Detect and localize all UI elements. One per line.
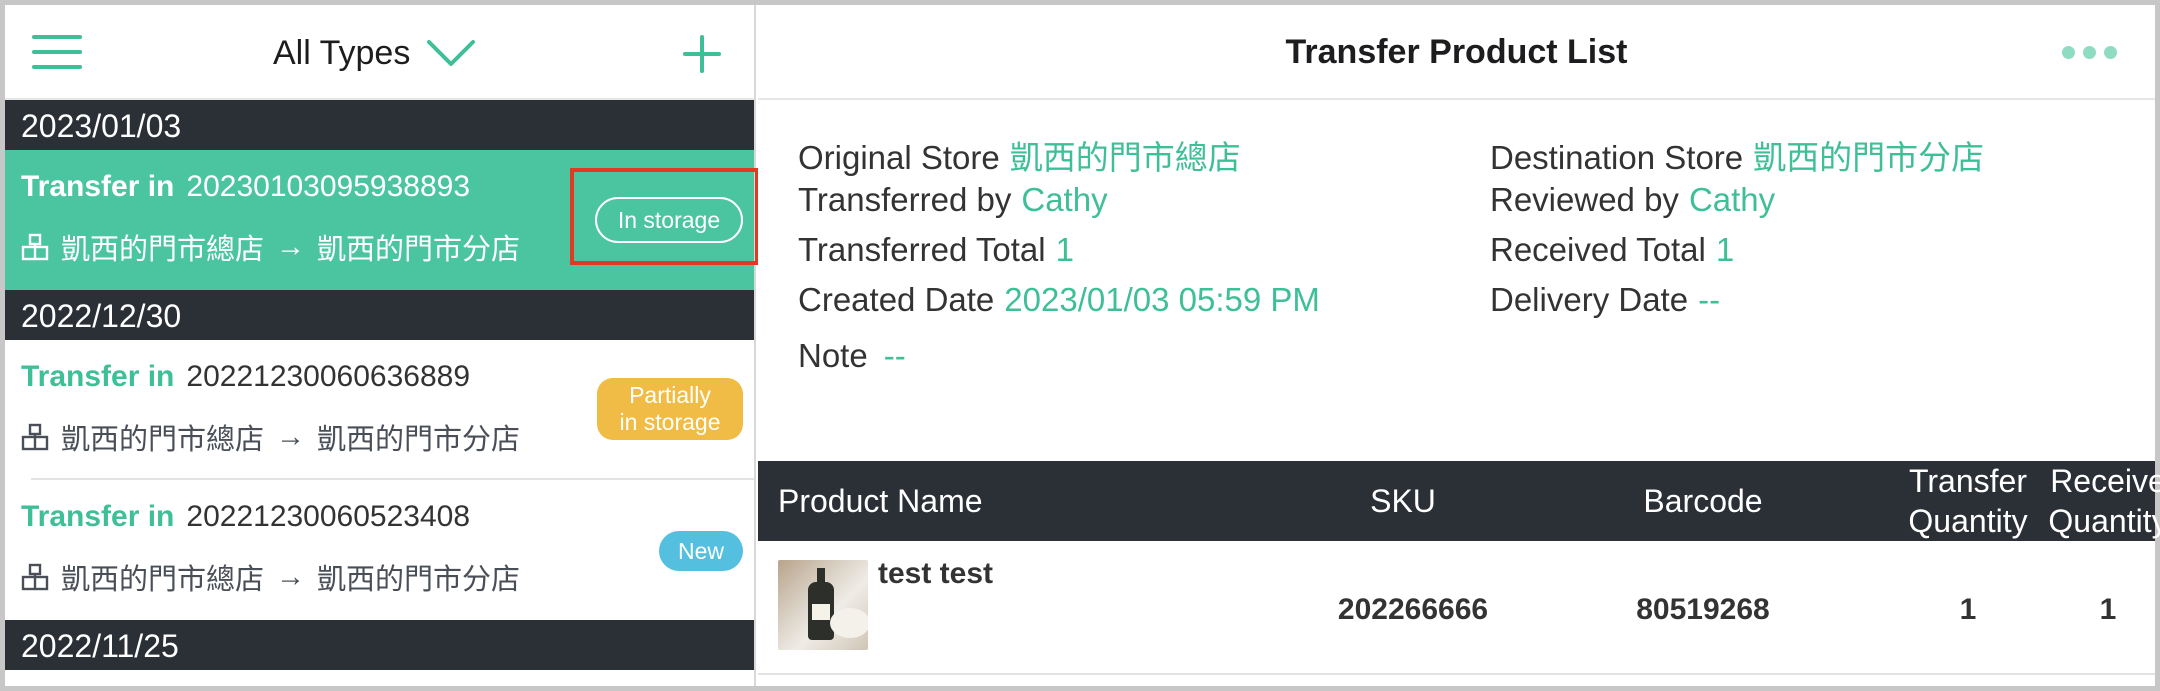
to-store: 凱西的門市分店 [317, 234, 521, 266]
chevron-down-icon [427, 40, 476, 66]
status-badge: New [659, 531, 743, 571]
store-icon [21, 423, 49, 451]
transfer-route: 凱西的門市總店 → 凱西的門市分店 [21, 556, 520, 598]
transfer-number: 20230103095938893 [186, 170, 471, 203]
transfer-kind: Transfer in [21, 170, 175, 203]
created-date-field: Created Date 2023/01/03 05:59 PM [798, 281, 1320, 319]
transferred-total-label: Transferred Total [798, 231, 1046, 268]
product-sku: 202266666 [1337, 593, 1489, 626]
date-header: 2023/01/03 [5, 100, 754, 150]
store-icon [21, 563, 49, 591]
delivery-date-label: Delivery Date [1490, 281, 1689, 318]
arrow-right-icon: → [276, 560, 306, 593]
delivery-date-field: Delivery Date -- [1490, 281, 1720, 319]
product-thumbnail [778, 560, 868, 650]
received-total-field: Received Total 1 [1490, 231, 1734, 269]
transferred-by-field: Transferred by Cathy [798, 181, 1108, 219]
detail-panel: Transfer Product List Original Store 凱西的門… [758, 5, 2160, 686]
reviewed-by-value: Cathy [1688, 181, 1776, 218]
reviewed-by-label: Reviewed by [1490, 181, 1679, 218]
highlight-box [570, 168, 759, 265]
transferred-by-value: Cathy [1021, 181, 1108, 218]
list-item[interactable]: Transfer in 20221230060523408 凱西的門市總店 → 凱… [5, 480, 754, 620]
created-date-label: Created Date [798, 281, 995, 318]
transferred-by-label: Transferred by [798, 181, 1012, 218]
column-product-name: Product Name [778, 483, 983, 519]
type-filter-label: All Types [273, 33, 411, 72]
product-barcode: 80519268 [1636, 593, 1770, 626]
created-date-value: 2023/01/03 05:59 PM [1004, 281, 1320, 318]
list-item[interactable]: Transfer in 20221230060636889 凱西的門市總店 → 凱… [5, 340, 754, 480]
status-badge-line1: Partially [629, 382, 711, 408]
transfer-route: 凱西的門市總店 → 凱西的門市分店 [21, 226, 520, 268]
add-transfer-icon[interactable] [683, 35, 721, 73]
delivery-date-value: -- [1698, 281, 1721, 318]
detail-header: Transfer Product List [758, 5, 2155, 100]
transfer-number: 20221230060523408 [186, 500, 471, 533]
product-name: test test [878, 557, 994, 590]
to-store: 凱西的門市分店 [317, 564, 521, 596]
destination-store-field: Destination Store 凱西的門市分店 [1490, 131, 1984, 179]
destination-store-label: Destination Store [1490, 139, 1744, 176]
product-table-header: Product Name SKU Barcode Transfer Quanti… [758, 461, 2160, 541]
column-receive-quantity: Receive Quantity [2008, 461, 2160, 541]
page-title: Transfer Product List [1285, 33, 1628, 71]
transferred-total-field: Transferred Total 1 [798, 231, 1074, 269]
menu-icon[interactable] [32, 35, 82, 69]
store-icon [21, 233, 49, 261]
column-receive-quantity-line1: Receive [2050, 463, 2160, 499]
table-row[interactable]: test test 202266666 80519268 1 1 [758, 541, 2155, 675]
reviewed-by-field: Reviewed by Cathy [1490, 181, 1775, 219]
note-field: Note -- [798, 337, 906, 375]
column-receive-quantity-line2: Quantity [2048, 503, 2160, 539]
column-sku: SKU [1370, 483, 1436, 519]
arrow-right-icon: → [276, 230, 306, 263]
from-store: 凱西的門市總店 [61, 424, 265, 456]
transfer-kind: Transfer in [21, 360, 175, 393]
from-store: 凱西的門市總店 [61, 564, 265, 596]
status-badge-line2: in storage [619, 409, 721, 435]
transfer-title: Transfer in 20221230060523408 [21, 500, 470, 534]
transfer-title: Transfer in 20221230060636889 [21, 360, 470, 394]
destination-store-value: 凱西的門市分店 [1753, 139, 1985, 176]
received-total-value: 1 [1715, 231, 1735, 268]
original-store-value: 凱西的門市總店 [1009, 139, 1241, 176]
type-filter-dropdown[interactable]: All Types [273, 30, 476, 76]
transfer-title: Transfer in 20230103095938893 [21, 170, 470, 204]
note-label: Note [798, 337, 868, 374]
list-header: All Types [5, 5, 754, 100]
from-store: 凱西的門市總店 [61, 234, 265, 266]
original-store-field: Original Store 凱西的門市總店 [798, 131, 1241, 179]
transfer-number: 20221230060636889 [186, 360, 471, 393]
status-badge: Partially in storage [597, 378, 743, 440]
column-barcode: Barcode [1643, 483, 1763, 519]
to-store: 凱西的門市分店 [317, 424, 521, 456]
transfer-list-panel: All Types 2023/01/03 Transfer in 20230103… [5, 5, 756, 686]
transfer-route: 凱西的門市總店 → 凱西的門市分店 [21, 416, 520, 458]
note-value: -- [883, 337, 906, 374]
more-options-icon[interactable] [2062, 46, 2117, 59]
date-header: 2022/12/30 [5, 290, 754, 340]
receive-quantity: 1 [2099, 593, 2117, 626]
arrow-right-icon: → [276, 420, 306, 453]
received-total-label: Received Total [1490, 231, 1706, 268]
transfer-kind: Transfer in [21, 500, 175, 533]
date-header: 2022/11/25 [5, 620, 754, 670]
original-store-label: Original Store [798, 139, 1000, 176]
transferred-total-value: 1 [1055, 231, 1074, 268]
